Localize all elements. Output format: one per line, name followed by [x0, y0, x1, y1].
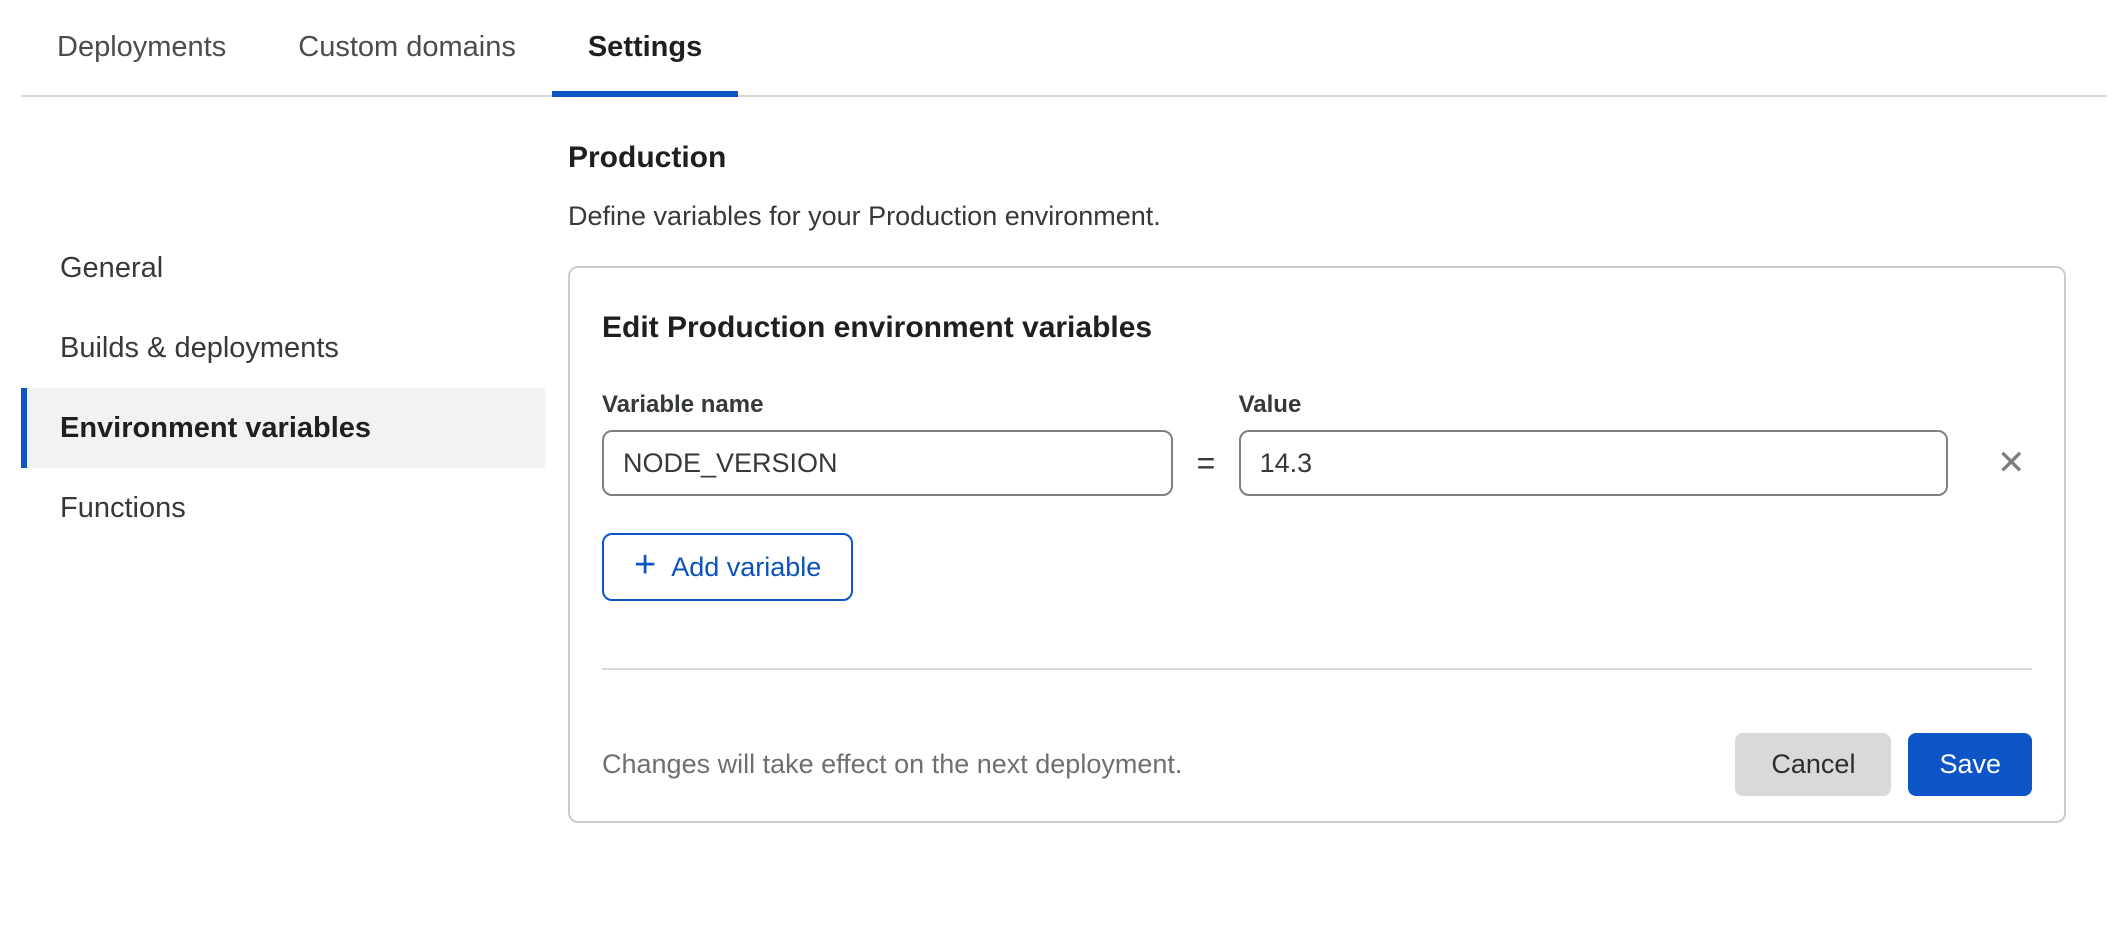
- sidebar-item-builds-deployments[interactable]: Builds & deployments: [21, 308, 545, 388]
- sidebar-item-functions-label: Functions: [60, 492, 186, 525]
- card-footer: Changes will take effect on the next dep…: [602, 733, 2032, 796]
- pages-project-settings-page: Deployments Custom domains Settings Gene…: [0, 0, 2121, 948]
- save-button[interactable]: Save: [1908, 733, 2032, 796]
- tab-settings-label: Settings: [588, 31, 702, 64]
- equals-sign: =: [1173, 430, 1238, 496]
- sidebar-item-builds-deployments-label: Builds & deployments: [60, 332, 339, 365]
- card-title: Edit Production environment variables: [602, 268, 2032, 343]
- deployment-note: Changes will take effect on the next dep…: [602, 749, 1182, 780]
- variable-name-field: Variable name: [602, 393, 1173, 496]
- tab-custom-domains-label: Custom domains: [298, 31, 516, 64]
- variable-name-input[interactable]: [602, 430, 1173, 496]
- content-area: General Builds & deployments Environment…: [0, 97, 2121, 948]
- tab-settings[interactable]: Settings: [552, 0, 738, 95]
- sidebar-item-functions[interactable]: Functions: [21, 468, 545, 548]
- sidebar-item-general[interactable]: General: [21, 228, 545, 308]
- page-subtitle: Define variables for your Production env…: [568, 201, 2066, 231]
- close-icon: ✕: [1997, 446, 2026, 480]
- page-title: Production: [568, 97, 2066, 173]
- main-panel: Production Define variables for your Pro…: [568, 97, 2066, 823]
- plus-icon: +: [634, 546, 656, 584]
- add-variable-button[interactable]: + Add variable: [602, 533, 853, 601]
- value-label: Value: [1239, 393, 1949, 417]
- variable-name-label: Variable name: [602, 393, 1173, 417]
- add-variable-label: Add variable: [671, 552, 821, 583]
- remove-variable-button[interactable]: ✕: [1990, 430, 2032, 496]
- sidebar-item-environment-variables-label: Environment variables: [60, 412, 371, 445]
- card-divider: [602, 668, 2032, 670]
- value-field: Value: [1239, 393, 1949, 496]
- cancel-button[interactable]: Cancel: [1735, 733, 1891, 796]
- tab-custom-domains[interactable]: Custom domains: [262, 0, 552, 95]
- variable-row: Variable name = Value ✕: [602, 393, 2032, 496]
- sidebar-item-environment-variables[interactable]: Environment variables: [21, 388, 545, 468]
- tab-bar: Deployments Custom domains Settings: [21, 0, 2107, 97]
- value-input[interactable]: [1239, 430, 1949, 496]
- settings-sidebar: General Builds & deployments Environment…: [21, 228, 545, 548]
- environment-variables-card: Edit Production environment variables Va…: [568, 266, 2066, 823]
- sidebar-item-general-label: General: [60, 252, 163, 285]
- footer-actions: Cancel Save: [1735, 733, 2032, 796]
- tab-deployments[interactable]: Deployments: [21, 0, 262, 95]
- tab-deployments-label: Deployments: [57, 31, 226, 64]
